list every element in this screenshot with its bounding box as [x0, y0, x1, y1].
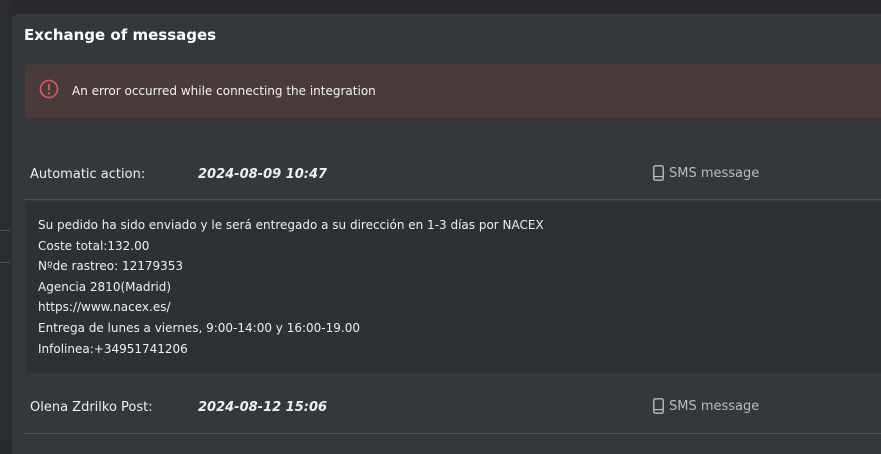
message-channel: SMS message [653, 165, 759, 181]
message-body-line: Coste total:132.00 [38, 238, 150, 253]
sidebar-divider [0, 262, 10, 263]
message-body: Su pedido ha sido enviado y le será entr… [26, 201, 881, 373]
divider [24, 433, 881, 434]
message-exchange-panel: Exchange of messages An error occurred w… [12, 14, 881, 454]
message-body-text: Su pedido ha sido enviado y le será entr… [38, 215, 544, 359]
message-channel-label: SMS message [669, 165, 760, 181]
panel-title: Exchange of messages [24, 26, 217, 44]
message-body-line: https://www.nacex.es/ [38, 300, 171, 315]
message-date: 2024-08-12 15:06 [198, 400, 328, 415]
message-body-line: Entrega de lunes a viernes, 9:00-14:00 y… [38, 320, 360, 335]
error-alert: An error occurred while connecting the i… [25, 64, 881, 118]
sidebar-divider [0, 230, 10, 231]
message-sender: Olena Zdrilko Post: [30, 400, 153, 415]
mobile-phone-icon [653, 398, 664, 414]
divider [24, 199, 881, 200]
message-channel-label: SMS message [669, 398, 760, 414]
message-header[interactable]: Automatic action: 2024-08-09 10:47 SMS m… [24, 159, 881, 203]
message-channel: SMS message [653, 398, 759, 414]
message-body-line: Nºde rastreo: 12179353 [38, 259, 184, 274]
message-header[interactable]: Olena Zdrilko Post: 2024-08-12 15:06 SMS… [24, 390, 881, 434]
left-sidebar-edge [0, 0, 12, 440]
message-body-line: Agencia 2810(Madrid) [38, 279, 172, 294]
message-sender: Automatic action: [30, 167, 146, 182]
message-body-line: Su pedido ha sido enviado y le será entr… [38, 218, 544, 232]
mobile-phone-icon [653, 165, 664, 181]
message-date: 2024-08-09 10:47 [198, 167, 328, 182]
message-body-line: Infolinea:+34951741206 [38, 341, 188, 356]
alert-message: An error occurred while connecting the i… [72, 84, 376, 98]
error-circle-icon [39, 79, 59, 99]
